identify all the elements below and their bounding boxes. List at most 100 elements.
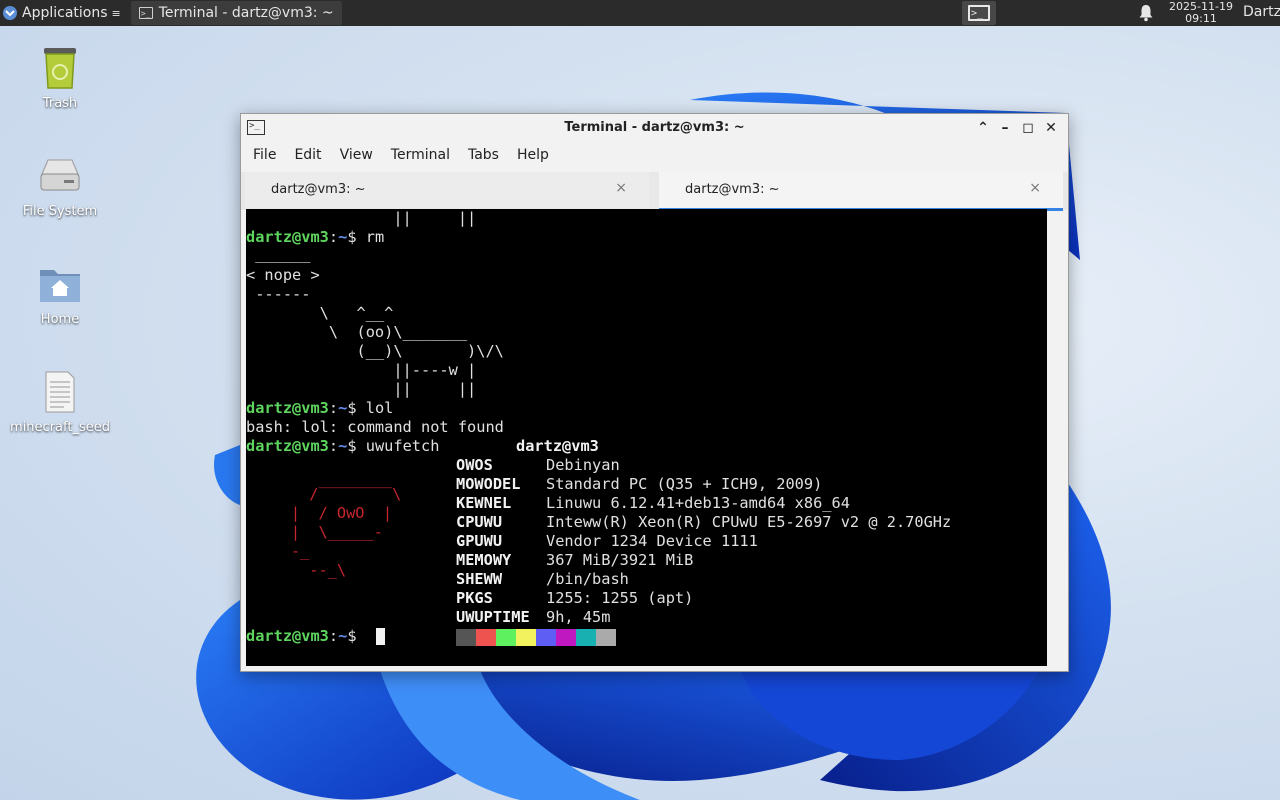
taskbar-terminal-button[interactable]: >_ Terminal - dartz@vm3: ~ [130, 1, 342, 25]
fetch-logo-line: /‾‾‾‾‾‾‾‾\ [254, 485, 402, 503]
terminal-line: ------ [246, 285, 311, 303]
info-key: OWOS [456, 456, 493, 474]
window-titlebar[interactable]: >_ Terminal - dartz@vm3: ~ ⌃ – ◻ ✕ [241, 114, 1068, 144]
info-value: /bin/bash [546, 570, 629, 588]
prompt-separator: : [328, 437, 339, 455]
menu-edit[interactable]: Edit [294, 147, 321, 163]
terminal-window[interactable]: >_ Terminal - dartz@vm3: ~ ⌃ – ◻ ✕ File … [240, 113, 1069, 672]
info-key: GPUWU [456, 532, 503, 550]
tab-label: dartz@vm3: ~ [271, 182, 366, 197]
menu-file[interactable]: File [253, 147, 276, 163]
notification-bell-icon[interactable] [1138, 4, 1154, 22]
prompt-line: dartz@vm3:~$ lol [246, 399, 393, 418]
menu-bar: File Edit View Terminal Tabs Help [241, 144, 1068, 166]
terminal-line: || || [246, 209, 477, 227]
taskbar-terminal-label: Terminal - dartz@vm3: ~ [158, 5, 334, 21]
shade-button[interactable]: ⌃ [975, 120, 991, 136]
info-key: SHEWW [456, 570, 503, 588]
desktop-icon-label: Home [40, 312, 80, 327]
fetch-logo-line: --_\ [254, 561, 347, 579]
palette-swatch [496, 629, 516, 646]
tab-close-icon[interactable]: × [1029, 180, 1041, 196]
clock-time: 09:11 [1185, 12, 1217, 25]
prompt-user: dartz@vm3 [246, 437, 329, 455]
prompt-user: dartz@vm3 [246, 228, 329, 246]
command-text: uwufetch [365, 437, 440, 455]
terminal-output[interactable]: || || dartz@vm3:~$ rm ______ < nope > --… [246, 209, 1047, 666]
window-title: Terminal - dartz@vm3: ~ [564, 120, 745, 135]
color-palette [456, 629, 616, 646]
info-value: Vendor 1234 Device 1111 [546, 532, 758, 550]
info-key: MOWODEL [456, 475, 521, 493]
prompt-dollar: $ [347, 627, 366, 645]
text-file-icon [45, 371, 75, 413]
command-text: rm [365, 228, 385, 246]
prompt-path: ~ [338, 228, 348, 246]
text-cursor [376, 628, 385, 645]
info-value: Linuwu 6.12.41+deb13-amd64 x86_64 [546, 494, 850, 512]
menu-view[interactable]: View [340, 147, 373, 163]
tab-close-icon[interactable]: × [615, 180, 627, 196]
palette-swatch [576, 629, 596, 646]
info-value: Debinyan [546, 456, 620, 474]
terminal-line: ||----w | [246, 361, 477, 379]
fetch-host: dartz@vm3 [516, 437, 599, 455]
trash-icon [44, 48, 76, 89]
prompt-user: dartz@vm3 [246, 399, 329, 417]
prompt-dollar: $ [347, 437, 366, 455]
top-panel: Applications ≡ >_ Terminal - dartz@vm3: … [0, 0, 1280, 26]
close-button[interactable]: ✕ [1043, 120, 1059, 136]
clock[interactable]: 2025-11-19 09:11 [1166, 1, 1236, 25]
applications-label: Applications [22, 5, 108, 21]
menu-help[interactable]: Help [517, 147, 549, 163]
info-value: 367 MiB/3921 MiB [546, 551, 694, 569]
desktop-icon-label: File System [22, 204, 98, 219]
info-key: MEMOWY [456, 551, 512, 569]
desktop-icon-file-system[interactable]: File System [10, 152, 110, 220]
terminal-line: \ (oo)\_______ [246, 323, 468, 341]
palette-swatch [596, 629, 616, 646]
prompt-path: ~ [338, 627, 348, 645]
terminal-line: || || [246, 380, 477, 398]
fetch-logo-line: -_ [254, 542, 310, 560]
palette-swatch [516, 629, 536, 646]
terminal-icon: >_ [968, 5, 990, 21]
desktop-icon-trash[interactable]: Trash [10, 44, 110, 112]
info-value: Standard PC (Q35 + ICH9, 2009) [546, 475, 823, 493]
palette-swatch [476, 629, 496, 646]
info-key: KEWNEL [456, 494, 512, 512]
prompt-line: dartz@vm3:~$ [246, 627, 366, 646]
palette-swatch [456, 629, 476, 646]
prompt-path: ~ [338, 399, 348, 417]
user-menu[interactable]: Dartz [1243, 4, 1280, 20]
command-text: lol [365, 399, 394, 417]
menu-terminal[interactable]: Terminal [391, 147, 450, 163]
terminal-line: \ ^__^ [246, 304, 394, 322]
desktop-icon-home[interactable]: Home [10, 260, 110, 328]
terminal-line: (__)\ )\/\ [246, 342, 504, 360]
prompt-user: dartz@vm3 [246, 627, 329, 645]
info-value: 9h, 45m [546, 608, 611, 626]
xfce-logo-icon [3, 6, 17, 20]
terminal-line: ______ [246, 245, 311, 263]
prompt-separator: : [328, 627, 339, 645]
desktop-icon-label: minecraft_seed [10, 420, 110, 435]
tab-2-active[interactable]: dartz@vm3: ~ × [659, 172, 1063, 211]
minimize-button[interactable]: – [997, 120, 1013, 136]
menu-tabs[interactable]: Tabs [468, 147, 499, 163]
desktop-icon-label: Trash [42, 96, 78, 111]
applications-menu[interactable]: Applications ≡ [0, 0, 125, 26]
home-folder-icon [40, 270, 80, 302]
info-key: CPUWU [456, 513, 503, 531]
tab-1[interactable]: dartz@vm3: ~ × [245, 172, 649, 208]
info-value: Inteww(R) Xeon(R) CPUwU E5-2697 v2 @ 2.7… [546, 513, 952, 531]
prompt-dollar: $ [347, 399, 366, 417]
fetch-logo-line: | / OwO | [254, 504, 393, 522]
maximize-button[interactable]: ◻ [1020, 120, 1036, 136]
desktop-icon-minecraft-seed[interactable]: minecraft_seed [10, 368, 110, 436]
prompt-separator: : [328, 228, 339, 246]
prompt-path: ~ [338, 437, 348, 455]
tray-terminal-launcher[interactable]: >_ [962, 1, 996, 25]
prompt-dollar: $ [347, 228, 366, 246]
info-key: PKGS [456, 589, 493, 607]
